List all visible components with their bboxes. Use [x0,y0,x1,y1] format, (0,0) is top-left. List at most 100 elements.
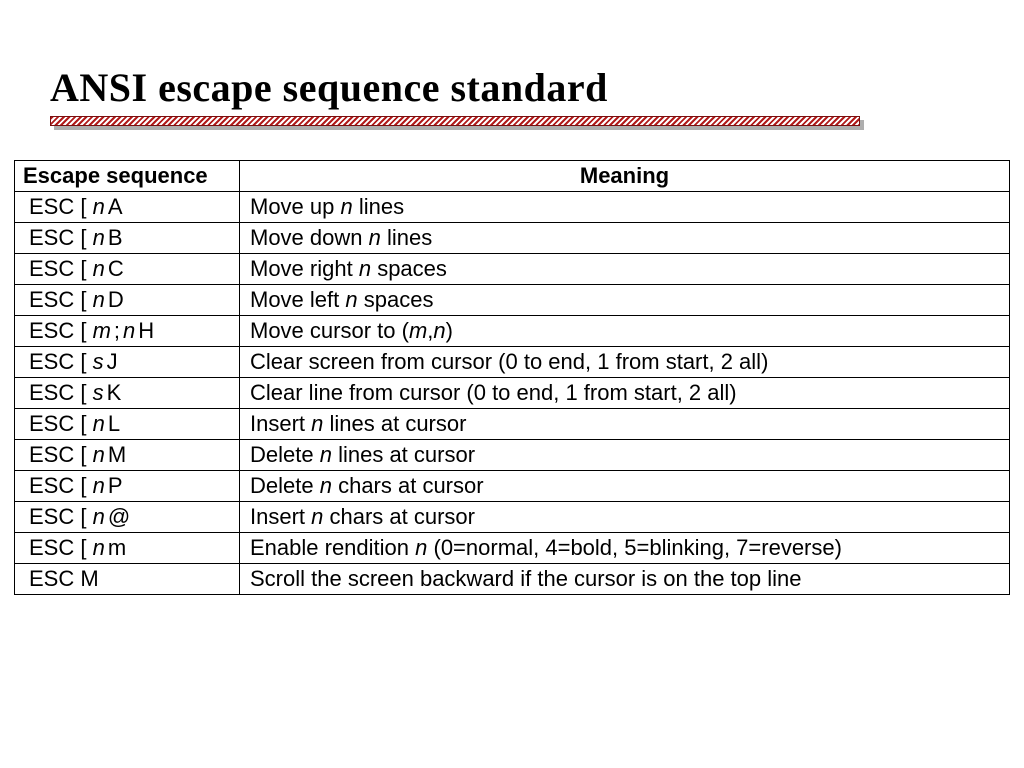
text-segment: lines at cursor [323,411,466,436]
slide-title: ANSI escape sequence standard [50,64,608,111]
text-segment: ESC M [29,566,99,591]
text-segment: Move up [250,194,341,219]
text-segment: s [93,380,104,405]
text-segment: n [433,318,445,343]
table-row: ESC [ nCMove right n spaces [15,254,1010,285]
text-segment: C [108,256,124,281]
text-segment: Clear line from cursor (0 to end, 1 from… [250,380,737,405]
table-header-sequence: Escape sequence [15,161,240,192]
text-segment: chars at cursor [323,504,475,529]
text-segment: n [345,287,357,312]
text-segment: ESC [ [29,380,93,405]
text-segment: ESC [ [29,318,93,343]
escape-sequence-cell: ESC [ nP [15,471,240,502]
text-segment: spaces [358,287,434,312]
text-segment: ESC [ [29,473,93,498]
table-row: ESC [ sK Clear line from cursor (0 to end… [15,378,1010,409]
text-segment: ; [114,318,120,343]
meaning-cell: Move right n spaces [240,254,1010,285]
text-segment: ESC [ [29,225,93,250]
meaning-cell: Insert n chars at cursor [240,502,1010,533]
title-underline-bar [50,116,860,126]
text-segment: n [93,256,105,281]
text-segment: n [359,256,371,281]
text-segment: ESC [ [29,287,93,312]
text-segment: D [108,287,124,312]
text-segment: Insert [250,411,311,436]
table-header-row: Escape sequence Meaning [15,161,1010,192]
table-row: ESC [ sJClear screen from cursor (0 to e… [15,347,1010,378]
meaning-cell: Clear line from cursor (0 to end, 1 from… [240,378,1010,409]
escape-sequence-cell: ESC [ nD [15,285,240,316]
text-segment: lines [353,194,404,219]
table-row: ESC [ nmEnable rendition n (0=normal, 4=… [15,533,1010,564]
text-segment: chars at cursor [332,473,484,498]
table-row: ESC [ m;nHMove cursor to (m,n) [15,316,1010,347]
text-segment: lines at cursor [332,442,475,467]
meaning-cell: Delete n lines at cursor [240,440,1010,471]
meaning-cell: Scroll the screen backward if the cursor… [240,564,1010,595]
table-header-meaning: Meaning [240,161,1010,192]
table-row: ESC [ nBMove down n lines [15,223,1010,254]
text-segment: n [93,535,105,560]
escape-sequence-cell: ESC [ sK [15,378,240,409]
table-row: ESC [ nAMove up n lines [15,192,1010,223]
text-segment: m [108,535,126,560]
meaning-cell: Move up n lines [240,192,1010,223]
escape-sequence-cell: ESC [ nC [15,254,240,285]
meaning-cell: Delete n chars at cursor [240,471,1010,502]
title-underline [50,116,860,130]
table-row: ESC M Scroll the screen backward if the c… [15,564,1010,595]
text-segment: s [93,349,104,374]
text-segment: L [108,411,120,436]
text-segment: H [138,318,154,343]
meaning-cell: Enable rendition n (0=normal, 4=bold, 5=… [240,533,1010,564]
text-segment: m [93,318,111,343]
text-segment: n [415,535,427,560]
text-segment: n [341,194,353,219]
text-segment: ESC [ [29,349,93,374]
text-segment: @ [108,504,130,529]
text-segment: ESC [ [29,194,93,219]
escape-sequence-cell: ESC [ nA [15,192,240,223]
text-segment: n [369,225,381,250]
text-segment: lines [381,225,432,250]
text-segment: M [108,442,126,467]
text-segment: ESC [ [29,442,93,467]
text-segment: Move cursor to ( [250,318,409,343]
meaning-cell: Clear screen from cursor (0 to end, 1 fr… [240,347,1010,378]
text-segment: P [108,473,123,498]
escape-sequence-cell: ESC [ nL [15,409,240,440]
text-segment: m [409,318,427,343]
text-segment: Delete [250,473,320,498]
table-row: ESC [ nMDelete n lines at cursor [15,440,1010,471]
escape-sequence-cell: ESC [ nM [15,440,240,471]
meaning-cell: Move down n lines [240,223,1010,254]
text-segment: n [320,473,332,498]
text-segment: ESC [ [29,256,93,281]
text-segment: (0=normal, 4=bold, 5=blinking, 7=reverse… [427,535,842,560]
text-segment: n [93,411,105,436]
text-segment: n [311,504,323,529]
table-row: ESC [ nLInsert n lines at cursor [15,409,1010,440]
text-segment: Clear screen from cursor (0 to end, 1 fr… [250,349,768,374]
text-segment: n [93,504,105,529]
text-segment: Move left [250,287,345,312]
text-segment: n [93,225,105,250]
text-segment: Insert [250,504,311,529]
escape-sequence-table: Escape sequence Meaning ESC [ nAMove up … [14,160,1010,595]
text-segment: n [123,318,135,343]
text-segment: Move down [250,225,369,250]
text-segment: ESC [ [29,535,93,560]
text-segment: Move right [250,256,359,281]
text-segment: n [320,442,332,467]
text-segment: spaces [371,256,447,281]
text-segment: Delete [250,442,320,467]
escape-sequence-cell: ESC [ m;nH [15,316,240,347]
escape-sequence-cell: ESC M [15,564,240,595]
meaning-cell: Insert n lines at cursor [240,409,1010,440]
table-row: ESC [ nD Move left n spaces [15,285,1010,316]
meaning-cell: Move cursor to (m,n) [240,316,1010,347]
text-segment: n [311,411,323,436]
text-segment: n [93,473,105,498]
